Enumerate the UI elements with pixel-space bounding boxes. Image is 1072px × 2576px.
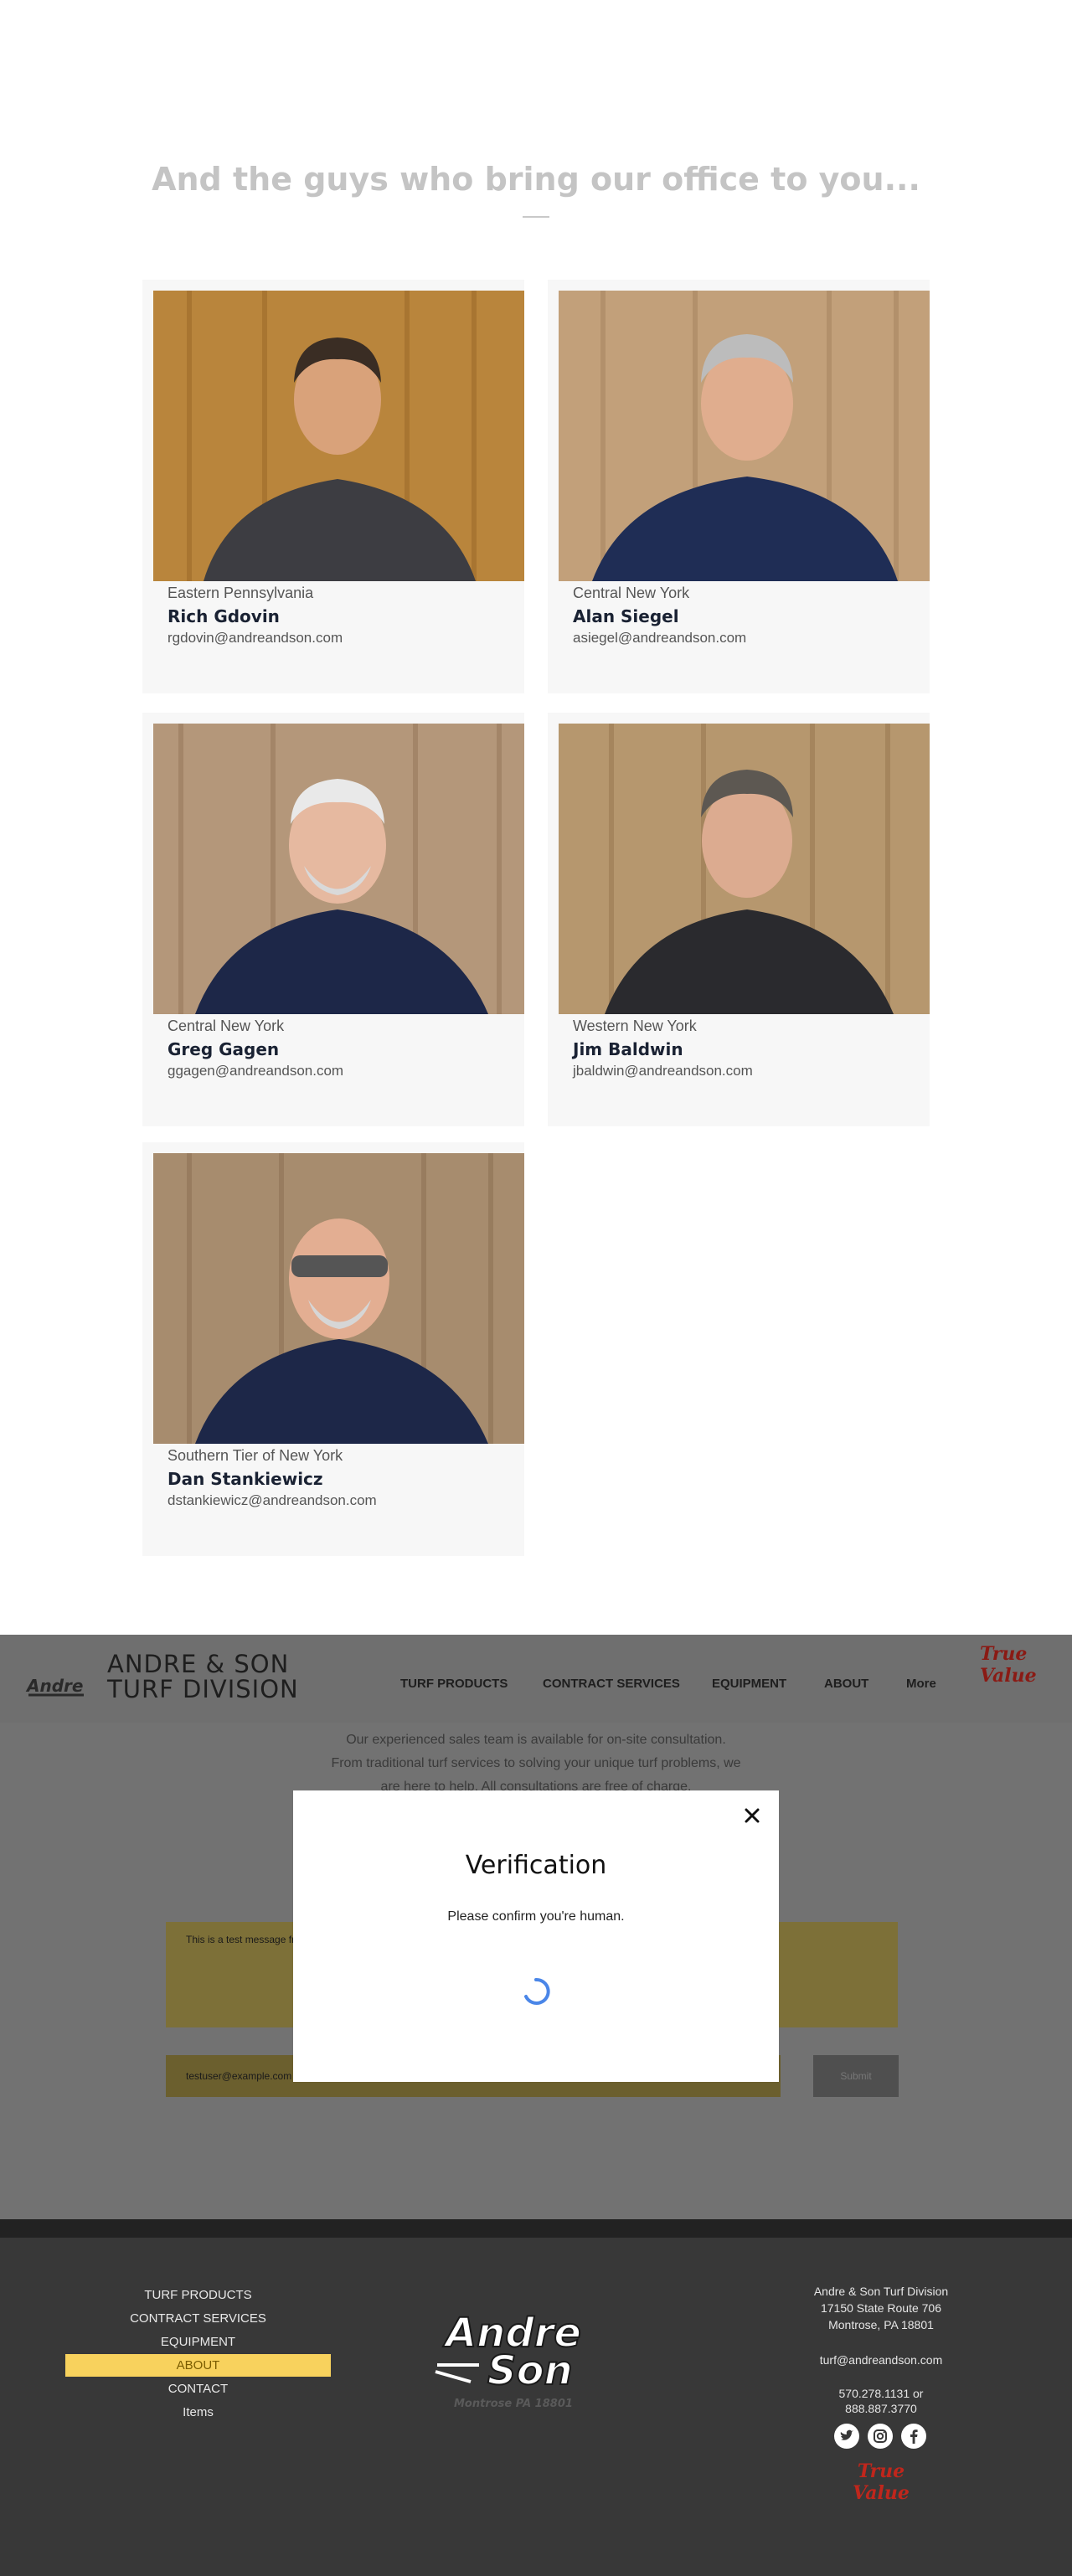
team-member-photo xyxy=(153,1153,524,1444)
footer-link-contact[interactable]: CONTACT xyxy=(65,2378,331,2400)
site-header: Andre ANDRE & SON TURF DIVISION TURF PRO… xyxy=(0,1635,1072,1723)
member-region: Central New York xyxy=(168,1018,285,1034)
footer-phone: 570.278.1131 or xyxy=(838,2387,924,2400)
member-name: Rich Gdovin xyxy=(168,606,280,626)
dialog-subtitle: Please confirm you're human. xyxy=(447,1909,625,1924)
facebook-icon[interactable] xyxy=(901,2424,926,2449)
member-name: Alan Siegel xyxy=(573,606,679,626)
team-card: Central New York Greg Gagen ggagen@andre… xyxy=(142,713,524,1126)
team-card: Western New York Jim Baldwin jbaldwin@an… xyxy=(548,713,930,1126)
nav-more[interactable]: More xyxy=(906,1677,936,1691)
loading-spinner-icon xyxy=(524,1977,550,2005)
contact-intro: From traditional turf services to solvin… xyxy=(331,1756,741,1770)
member-name: Dan Stankiewicz xyxy=(168,1469,323,1489)
team-member-photo xyxy=(559,724,930,1014)
footer-link-contract-services[interactable]: CONTRACT SERVICES xyxy=(65,2307,331,2330)
member-region: Southern Tier of New York xyxy=(168,1447,343,1464)
member-email[interactable]: rgdovin@andreandson.com xyxy=(168,630,343,647)
team-member-photo xyxy=(559,291,930,581)
member-region: Eastern Pennsylvania xyxy=(168,585,314,601)
footer-logo[interactable]: Andre Son Montrose PA 18801 xyxy=(429,2305,643,2414)
submit-button[interactable]: Submit xyxy=(813,2055,899,2097)
contact-intro: Our experienced sales team is available … xyxy=(346,1733,726,1747)
logo-text-2: Son xyxy=(487,2347,573,2394)
dialog-title: Verification xyxy=(465,1851,607,1880)
nav-equipment[interactable]: EQUIPMENT xyxy=(712,1677,786,1691)
title-divider xyxy=(523,216,549,218)
twitter-icon[interactable] xyxy=(834,2424,859,2449)
member-email[interactable]: dstankiewicz@andreandson.com xyxy=(168,1492,377,1509)
team-card: Southern Tier of New York Dan Stankiewic… xyxy=(142,1142,524,1556)
section-title: And the guys who bring our office to you… xyxy=(152,161,920,198)
member-region: Central New York xyxy=(573,585,690,601)
footer-divider xyxy=(0,2219,1072,2238)
brand-logo[interactable]: Andre xyxy=(25,1670,92,1703)
team-card: Central New York Alan Siegel asiegel@and… xyxy=(548,280,930,693)
footer-link-items[interactable]: Items xyxy=(65,2401,331,2424)
member-region: Western New York xyxy=(573,1018,697,1034)
footer-link-turf-products[interactable]: TURF PRODUCTS xyxy=(65,2284,331,2306)
footer-street: 17150 State Route 706 xyxy=(820,2301,941,2315)
member-email[interactable]: jbaldwin@andreandson.com xyxy=(573,1063,753,1079)
svg-text:Andre: Andre xyxy=(25,1676,83,1696)
message-value: This is a test message fr xyxy=(186,1934,296,1945)
brand-name[interactable]: ANDRE & SON TURF DIVISION xyxy=(107,1651,299,1702)
team-member-photo xyxy=(153,291,524,581)
footer-phone-alt: 888.887.3770 xyxy=(845,2402,917,2415)
team-member-photo xyxy=(153,724,524,1014)
team-card: Eastern Pennsylvania Rich Gdovin rgdovin… xyxy=(142,280,524,693)
partner-logo[interactable]: True Value xyxy=(980,1643,1072,1687)
email-value: testuser@example.com xyxy=(186,2070,292,2082)
member-name: Jim Baldwin xyxy=(573,1039,683,1059)
member-email[interactable]: asiegel@andreandson.com xyxy=(573,630,746,647)
brand-line2: TURF DIVISION xyxy=(107,1675,299,1703)
footer-email[interactable]: turf@andreandson.com xyxy=(787,2353,975,2367)
logo-tagline: Montrose PA 18801 xyxy=(454,2398,573,2410)
verification-dialog: Verification Please confirm you're human… xyxy=(293,1790,779,2082)
footer-link-about[interactable]: ABOUT xyxy=(65,2354,331,2377)
partner-logo-footer[interactable]: True Value xyxy=(831,2460,931,2504)
nav-contract-services[interactable]: CONTRACT SERVICES xyxy=(543,1677,680,1691)
nav-turf-products[interactable]: TURF PRODUCTS xyxy=(400,1677,508,1691)
instagram-icon[interactable] xyxy=(868,2424,893,2449)
member-email[interactable]: ggagen@andreandson.com xyxy=(168,1063,343,1079)
brand-line1: ANDRE & SON xyxy=(107,1650,290,1678)
footer-link-equipment[interactable]: EQUIPMENT xyxy=(65,2331,331,2353)
close-icon[interactable] xyxy=(740,1804,764,1827)
member-name: Greg Gagen xyxy=(168,1039,280,1059)
footer-city: Montrose, PA 18801 xyxy=(828,2318,934,2331)
footer-company: Andre & Son Turf Division xyxy=(813,2285,949,2298)
nav-about[interactable]: ABOUT xyxy=(824,1677,868,1691)
